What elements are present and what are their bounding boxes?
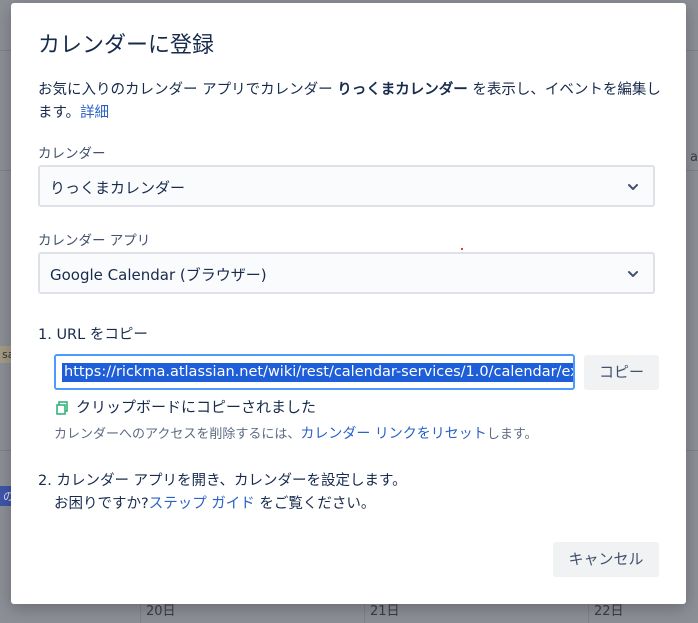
step2-help-text: をご覧ください。: [254, 496, 376, 512]
step-guide-link[interactable]: ステップ ガイド: [149, 496, 255, 512]
background-text: a: [690, 150, 698, 165]
calendar-app-select[interactable]: Google Calendar (ブラウザー): [38, 252, 655, 294]
reset-note-text: します。: [486, 427, 538, 442]
subscribe-calendar-dialog: カレンダーに登録 お気に入りのカレンダー アプリでカレンダー りっくまカレンダー…: [11, 3, 686, 604]
copied-message-text: クリップボードにコピーされました: [76, 398, 317, 416]
reset-note-text: カレンダーへのアクセスを削除するには、: [54, 427, 301, 442]
step1-label: 1. URL をコピー: [38, 327, 148, 343]
reset-calendar-link[interactable]: カレンダー リンクをリセット: [300, 426, 486, 442]
calendar-name: りっくまカレンダー: [337, 82, 468, 98]
reset-note: カレンダーへのアクセスを削除するには、カレンダー リンクをリセットします。: [54, 423, 538, 443]
chevron-down-icon: [628, 271, 638, 277]
step2-help-text: お困りですか?: [54, 496, 149, 512]
description-text: お気に入りのカレンダー アプリでカレンダー: [38, 82, 338, 98]
calendar-app-select-value: Google Calendar (ブラウザー): [50, 266, 267, 284]
dialog-title: カレンダーに登録: [38, 33, 215, 58]
dialog-description: お気に入りのカレンダー アプリでカレンダー りっくまカレンダー を表示し、イベン…: [38, 79, 663, 125]
copy-success-icon: [56, 401, 68, 415]
chevron-down-icon: [628, 184, 638, 190]
step2-help: お困りですか?ステップ ガイド をご覧ください。: [54, 493, 375, 516]
calendar-select-value: りっくまカレンダー: [50, 179, 186, 197]
cursor-dot: [461, 248, 463, 250]
details-link[interactable]: 詳細: [80, 105, 109, 121]
calendar-app-label: カレンダー アプリ: [38, 233, 151, 249]
calendar-select[interactable]: りっくまカレンダー: [38, 165, 655, 207]
calendar-url-input[interactable]: https://rickma.atlassian.net/wiki/rest/c…: [54, 354, 575, 390]
calendar-url-value: https://rickma.atlassian.net/wiki/rest/c…: [62, 363, 573, 382]
copy-button[interactable]: コピー: [584, 355, 659, 390]
step2-text: 2. カレンダー アプリを開き、カレンダーを設定します。: [38, 473, 407, 489]
copied-message: クリップボードにコピーされました: [56, 396, 316, 417]
cancel-button[interactable]: キャンセル: [553, 542, 659, 577]
calendar-label: カレンダー: [38, 146, 106, 162]
